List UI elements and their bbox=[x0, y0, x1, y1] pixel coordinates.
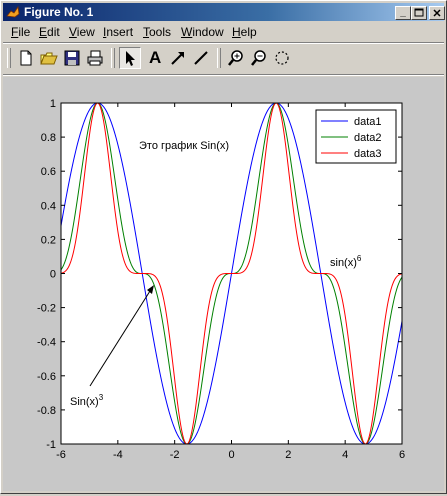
maximize-icon bbox=[414, 8, 424, 17]
menu-edit[interactable]: Edit bbox=[39, 25, 60, 39]
annotation-sin3[interactable]: Sin(x)3 bbox=[70, 393, 104, 408]
insert-text-button[interactable]: A bbox=[144, 47, 166, 69]
annotation-sin3-base: Sin(x) bbox=[70, 396, 99, 408]
save-button[interactable] bbox=[61, 47, 83, 69]
toolbar-separator bbox=[111, 48, 115, 68]
insert-text-icon: A bbox=[149, 48, 162, 67]
y-tick-label: -0.6 bbox=[37, 371, 56, 383]
y-tick-label: 0.2 bbox=[41, 234, 56, 246]
annotation-title-text[interactable]: Это график Sin(x) bbox=[139, 140, 229, 152]
x-tick-label: -2 bbox=[170, 449, 180, 461]
y-tick-label: -0.8 bbox=[37, 405, 56, 417]
zoom-in-icon bbox=[228, 50, 243, 66]
y-tick-label: -1 bbox=[46, 439, 56, 451]
zoom-out-button[interactable] bbox=[248, 47, 270, 69]
legend[interactable]: data1 data2 data3 bbox=[315, 109, 397, 164]
title-bar[interactable]: Figure No. 1 _ bbox=[3, 3, 445, 21]
open-folder-icon bbox=[40, 52, 58, 65]
legend-label-data2: data2 bbox=[354, 132, 382, 144]
figure-area: -6 -4 -2 0 2 4 6 -1 -0.8 -0.6 -0.4 -0.2 0 0.2 0.4 0.6 0.… bbox=[3, 77, 444, 491]
insert-line-icon bbox=[194, 51, 208, 65]
menu-view[interactable]: View bbox=[69, 25, 95, 39]
close-icon bbox=[433, 9, 441, 17]
menu-insert[interactable]: Insert bbox=[103, 25, 133, 39]
print-button[interactable] bbox=[84, 47, 106, 69]
edit-plot-button[interactable] bbox=[119, 47, 141, 69]
save-icon bbox=[64, 50, 80, 66]
annotation-sin6-base: sin(x) bbox=[330, 257, 357, 269]
figure-window: Figure No. 1 _ File Edit View Insert Too… bbox=[0, 0, 447, 494]
rotate-button[interactable] bbox=[271, 47, 293, 69]
menu-tools[interactable]: Tools bbox=[143, 25, 171, 39]
legend-label-data1: data1 bbox=[354, 116, 382, 128]
menu-separator bbox=[3, 42, 444, 44]
close-button[interactable] bbox=[429, 6, 445, 20]
toolbar: A bbox=[3, 45, 444, 73]
toolbar-separator-2 bbox=[217, 48, 221, 68]
y-tick-label: 0.4 bbox=[41, 200, 56, 212]
rotate-icon bbox=[275, 51, 289, 65]
y-tick-label: 1 bbox=[50, 98, 56, 110]
line-chart[interactable]: -6 -4 -2 0 2 4 6 -1 -0.8 -0.6 -0.4 -0.2 0 0.2 0.4 0.6 0.… bbox=[3, 77, 444, 491]
insert-arrow-icon bbox=[171, 52, 184, 65]
y-tick-label: -0.4 bbox=[37, 337, 56, 349]
toolbar-grip bbox=[7, 48, 11, 68]
window-title: Figure No. 1 bbox=[24, 5, 94, 19]
open-button[interactable] bbox=[38, 47, 60, 69]
annotation-sin6-exp: 6 bbox=[357, 254, 362, 263]
zoom-out-icon bbox=[251, 50, 266, 66]
legend-label-data3: data3 bbox=[354, 148, 382, 160]
maximize-button[interactable] bbox=[411, 6, 427, 20]
y-tick-label: 0 bbox=[50, 269, 56, 281]
x-tick-label: -6 bbox=[56, 449, 66, 461]
insert-line-button[interactable] bbox=[190, 47, 212, 69]
y-tick-label: 0.8 bbox=[41, 132, 56, 144]
toolbar-separator-line bbox=[3, 74, 444, 76]
annotation-sin3-exp: 3 bbox=[99, 393, 104, 402]
x-tick-label: -4 bbox=[113, 449, 123, 461]
minimize-button[interactable]: _ bbox=[395, 6, 411, 20]
menu-window[interactable]: Window bbox=[181, 25, 224, 39]
new-file-icon bbox=[20, 50, 32, 66]
zoom-in-button[interactable] bbox=[225, 47, 247, 69]
x-tick-label: 0 bbox=[228, 449, 234, 461]
x-tick-label: 2 bbox=[285, 449, 291, 461]
insert-arrow-button[interactable] bbox=[167, 47, 189, 69]
menu-bar: File Edit View Insert Tools Window Help bbox=[3, 22, 444, 41]
minimize-icon: _ bbox=[400, 7, 406, 18]
select-arrow-icon bbox=[126, 51, 135, 66]
matlab-logo-icon bbox=[6, 5, 20, 18]
y-tick-label: 0.6 bbox=[41, 166, 56, 178]
x-tick-label: 6 bbox=[399, 449, 405, 461]
y-tick-label: -0.2 bbox=[37, 303, 56, 315]
print-icon bbox=[87, 50, 103, 66]
menu-file[interactable]: File bbox=[11, 25, 30, 39]
x-tick-label: 4 bbox=[342, 449, 348, 461]
menu-help[interactable]: Help bbox=[232, 25, 257, 39]
new-file-button[interactable] bbox=[15, 47, 37, 69]
